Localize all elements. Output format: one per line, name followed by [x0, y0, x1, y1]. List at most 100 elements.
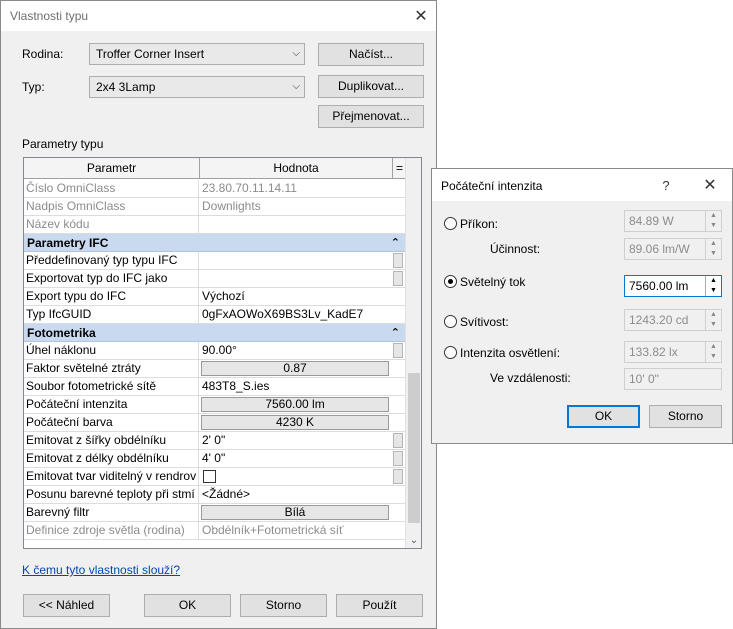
parameter-name: Export typu do IFC: [26, 288, 199, 305]
distance-field[interactable]: 10' 0": [624, 368, 722, 390]
parameter-value[interactable]: Downlights: [200, 198, 390, 215]
table-row[interactable]: Úhel náklonu 90.00°: [24, 342, 406, 360]
table-row[interactable]: Počáteční intenzita 7560.00 lm: [24, 396, 406, 414]
scroll-down-icon[interactable]: ⌄: [406, 535, 421, 546]
associate-parameter-button[interactable]: [393, 451, 403, 466]
column-header-value[interactable]: Hodnota: [200, 158, 393, 179]
table-row[interactable]: Název kódu: [24, 216, 406, 234]
illuminance-value: 133.82 lx: [629, 345, 678, 359]
table-row[interactable]: Předdefinovaný typ typu IFC: [24, 252, 406, 270]
illuminance-field[interactable]: 133.82 lx ▲ ▼: [624, 341, 722, 363]
table-row[interactable]: Nadpis OmniClass Downlights: [24, 198, 406, 216]
parameter-value[interactable]: [200, 252, 390, 269]
close-icon[interactable]: ✕: [406, 3, 436, 29]
scrollbar-thumb[interactable]: [408, 373, 420, 523]
parameter-name: Exportovat typ do IFC jako: [26, 270, 199, 287]
cancel-button[interactable]: Storno: [649, 405, 722, 428]
family-select[interactable]: Troffer Corner Insert ⌵: [89, 43, 305, 65]
table-row[interactable]: Export typu do IFC Výchozí: [24, 288, 406, 306]
table-row[interactable]: Číslo OmniClass 23.80.70.11.14.11: [24, 180, 406, 198]
collapse-icon[interactable]: ⌃: [391, 324, 400, 342]
table-row[interactable]: Počáteční barva 4230 K: [24, 414, 406, 432]
associate-parameter-button[interactable]: [393, 433, 403, 448]
wattage-label: Příkon:: [460, 217, 499, 231]
efficacy-value: 89.06 lm/W: [629, 242, 690, 256]
efficacy-field[interactable]: 89.06 lm/W ▲ ▼: [624, 238, 722, 260]
help-link[interactable]: K čemu tyto vlastnosti slouží?: [22, 563, 180, 577]
cancel-button[interactable]: Storno: [240, 594, 327, 617]
luminous-flux-field[interactable]: 7560.00 lm ▲ ▼: [624, 275, 722, 297]
dialog-title: Počáteční intenzita: [441, 179, 543, 193]
rename-button[interactable]: Přejmenovat...: [318, 105, 424, 128]
table-row[interactable]: Emitovat z délky obdélníku 4' 0": [24, 450, 406, 468]
table-row[interactable]: Typ IfcGUID 0gFxAOWoX69BS3Lv_KadE7: [24, 306, 406, 324]
collapse-icon[interactable]: ⌃: [391, 234, 400, 252]
parameter-value-button[interactable]: Bílá: [201, 505, 389, 520]
table-row[interactable]: Emitovat tvar viditelný v rendrov: [24, 468, 406, 486]
column-header-parameter[interactable]: Parametr: [24, 158, 200, 179]
parameter-value[interactable]: 0gFxAOWoX69BS3Lv_KadE7: [200, 306, 390, 323]
wattage-value: 84.89 W: [629, 214, 674, 228]
table-row[interactable]: Faktor světelné ztráty 0.87: [24, 360, 406, 378]
table-row[interactable]: Exportovat typ do IFC jako: [24, 270, 406, 288]
grid-scrollbar[interactable]: ⌄: [405, 158, 421, 548]
parameter-value[interactable]: [200, 216, 390, 233]
distance-value: 10' 0": [629, 372, 659, 386]
parameter-value-button[interactable]: 0.87: [201, 361, 389, 376]
parameter-name: Emitovat z délky obdélníku: [26, 450, 199, 467]
luminous-flux-radio[interactable]: [444, 275, 457, 288]
wattage-field[interactable]: 84.89 W ▲ ▼: [624, 210, 722, 232]
close-icon[interactable]: ✕: [695, 172, 725, 198]
luminous-intensity-radio[interactable]: [444, 315, 457, 328]
table-row[interactable]: Soubor fotometrické sítě 483T8_S.ies: [24, 378, 406, 396]
spin-updown-icon[interactable]: ▲ ▼: [705, 239, 721, 259]
ok-button[interactable]: OK: [144, 594, 231, 617]
spin-updown-icon[interactable]: ▲ ▼: [705, 310, 721, 330]
apply-button[interactable]: Použít: [336, 594, 423, 617]
duplicate-button[interactable]: Duplikovat...: [318, 75, 424, 98]
table-row[interactable]: Definice zdroje světla (rodina) Obdélník+…: [24, 522, 406, 540]
group-header[interactable]: Parametry IFC ⌃: [24, 234, 406, 252]
preview-button[interactable]: << Náhled: [23, 594, 110, 617]
luminous-intensity-value: 1243.20 cd: [629, 313, 689, 327]
table-row[interactable]: Barevný filtr Bílá: [24, 504, 406, 522]
grid-header: Parametr Hodnota =: [24, 158, 406, 179]
associate-parameter-button[interactable]: [393, 469, 403, 484]
spin-updown-icon[interactable]: ▲ ▼: [705, 342, 721, 362]
parameter-value[interactable]: 483T8_S.ies: [200, 378, 390, 395]
parameter-value[interactable]: 4' 0": [200, 450, 390, 467]
parameter-name: Definice zdroje světla (rodina): [26, 522, 199, 539]
parameter-name: Nadpis OmniClass: [26, 198, 199, 215]
parameter-name: Počáteční intenzita: [26, 396, 199, 413]
illuminance-radio[interactable]: [444, 346, 457, 359]
table-row[interactable]: Emitovat z šířky obdélníku 2' 0": [24, 432, 406, 450]
parameter-value-button[interactable]: 7560.00 lm: [201, 397, 389, 412]
parameter-name: Počáteční barva: [26, 414, 199, 431]
type-value: 2x4 3Lamp: [96, 80, 156, 94]
parameter-value[interactable]: 2' 0": [200, 432, 390, 449]
parameter-value[interactable]: 23.80.70.11.14.11: [200, 180, 390, 197]
luminous-intensity-label: Svítivost:: [460, 315, 509, 329]
associate-parameter-button[interactable]: [393, 271, 403, 286]
help-icon[interactable]: ?: [651, 172, 681, 198]
parameter-checkbox[interactable]: [203, 470, 216, 483]
parameter-value[interactable]: <Žádné>: [200, 486, 390, 503]
load-button[interactable]: Načíst...: [318, 43, 424, 66]
parameter-value[interactable]: Výchozí: [200, 288, 390, 305]
ok-button[interactable]: OK: [567, 405, 640, 428]
parameter-value[interactable]: 90.00°: [200, 342, 390, 359]
table-row[interactable]: Posunu barevné teploty při stmí <Žádné>: [24, 486, 406, 504]
parameter-value[interactable]: [200, 270, 390, 287]
spin-updown-icon[interactable]: ▲ ▼: [705, 276, 721, 296]
parameter-value[interactable]: Obdélník+Fotometrická síť: [200, 522, 390, 539]
spin-updown-icon[interactable]: ▲ ▼: [705, 211, 721, 231]
luminous-intensity-field[interactable]: 1243.20 cd ▲ ▼: [624, 309, 722, 331]
parameter-value-button[interactable]: 4230 K: [201, 415, 389, 430]
type-select[interactable]: 2x4 3Lamp ⌵: [89, 76, 305, 98]
associate-parameter-button[interactable]: [393, 253, 403, 268]
associate-parameter-button[interactable]: [393, 343, 403, 358]
wattage-radio[interactable]: [444, 217, 457, 230]
title-bar: Počáteční intenzita ? ✕: [432, 169, 732, 201]
group-header[interactable]: Fotometrika ⌃: [24, 324, 406, 342]
efficacy-label: Účinnost:: [490, 242, 541, 256]
